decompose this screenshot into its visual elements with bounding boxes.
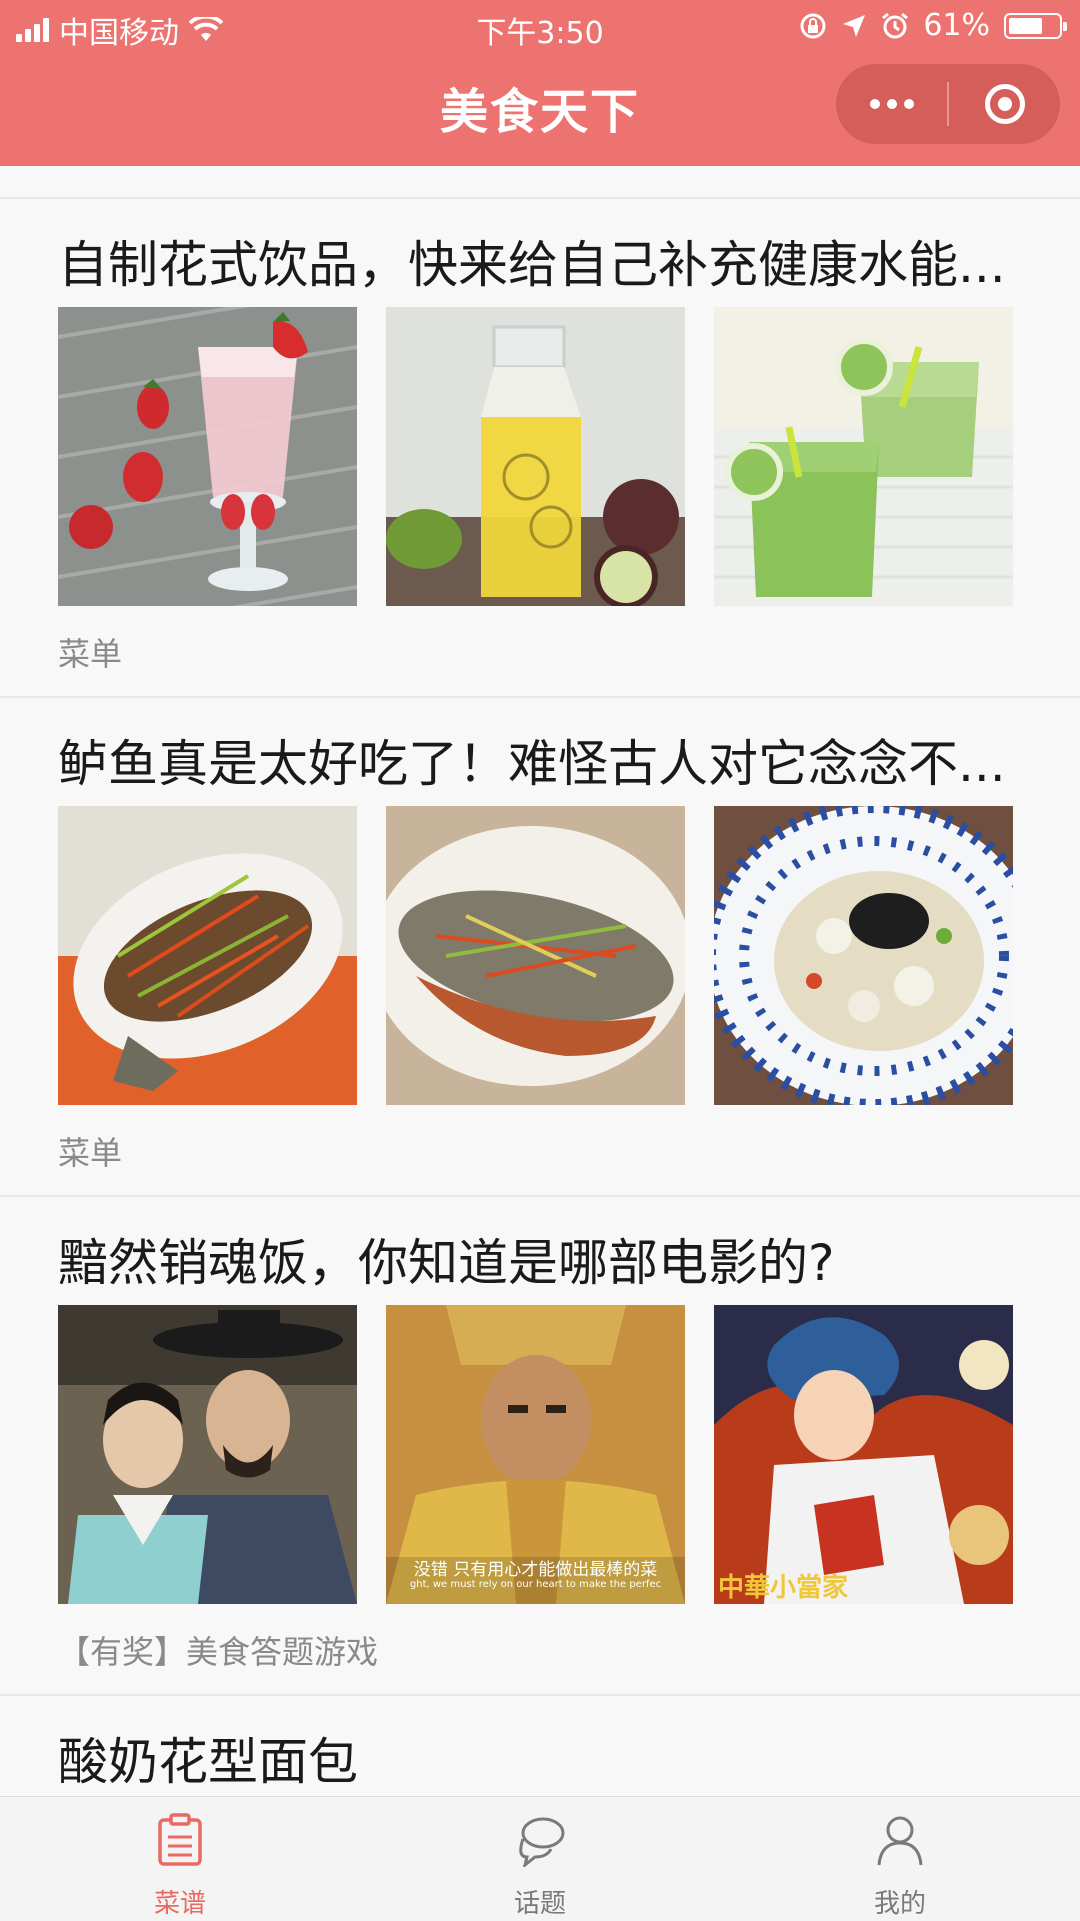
strawberry-smoothie-photo[interactable] <box>58 307 357 606</box>
card-tag: 【有奖】美食答题游戏 <box>58 1633 379 1671</box>
feed-card-drinks[interactable]: 自制花式饮品，快来给自己补充健康水能... 菜单 <box>0 197 1080 697</box>
card-title: 自制花式饮品，快来给自己补充健康水能... <box>58 236 1006 294</box>
feed-card-sea-bass[interactable]: 鲈鱼真是太好吃了！难怪古人对它念念不... 菜单 <box>0 696 1080 1196</box>
person-icon <box>877 1816 923 1866</box>
clipboard-icon <box>158 1813 202 1866</box>
steamed-sea-bass-photo[interactable] <box>386 806 685 1105</box>
passion-fruit-drink-photo[interactable] <box>386 307 685 606</box>
tab-mine[interactable]: 我的 <box>720 1797 1080 1921</box>
tab-label: 话题 <box>513 1889 566 1919</box>
top-bar: 中国移动 下午3:50 61% 美食天下 <box>0 0 1080 166</box>
alarm-icon <box>882 12 909 38</box>
tab-label: 菜谱 <box>153 1889 206 1919</box>
steamed-fish-carrot-photo[interactable] <box>58 806 357 1105</box>
orientation-lock-icon <box>800 13 826 38</box>
tab-label: 我的 <box>873 1889 926 1919</box>
feed-card-quiz[interactable]: 黯然销魂饭，你知道是哪部电影的? 没错 只有用心才能做出最棒的菜 ght, we… <box>0 1195 1080 1695</box>
status-bar: 中国移动 下午3:50 61% <box>0 0 1080 54</box>
tab-recipes[interactable]: 菜谱 <box>0 1797 360 1921</box>
card-tag: 菜单 <box>58 635 123 673</box>
feed-card-bread[interactable]: 酸奶花型面包 <box>0 1694 1080 1796</box>
fish-stew-bowl-photo[interactable] <box>714 806 1013 1105</box>
close-target-icon <box>984 84 1025 124</box>
card-title: 黯然销魂饭，你知道是哪部电影的? <box>58 1234 835 1292</box>
location-arrow-icon <box>843 14 866 37</box>
card-title: 鲈鱼真是太好吃了！难怪古人对它念念不... <box>58 735 1006 793</box>
more-button[interactable] <box>836 64 947 144</box>
bottom-tab-bar: 菜谱 话题 我的 <box>0 1796 1080 1921</box>
mini-program-capsule <box>836 64 1060 144</box>
movie-still-photo[interactable]: 没错 只有用心才能做出最棒的菜 ght, we must rely on our… <box>386 1305 685 1604</box>
recipe-feed: 自制花式饮品，快来给自己补充健康水能... 菜单 鲈鱼真是太好吃了！难怪古人对它… <box>0 166 1080 1796</box>
card-title: 酸奶花型面包 <box>58 1733 358 1791</box>
tab-topics[interactable]: 话题 <box>360 1797 720 1921</box>
battery-percent: 61% <box>923 8 990 43</box>
more-dots-icon <box>869 99 914 109</box>
movie-caption-en: ght, we must rely on our heart to make t… <box>409 1579 662 1590</box>
green-cucumber-juice-photo[interactable] <box>714 307 1013 606</box>
anime-chef-photo[interactable]: 中華小當家 <box>714 1305 1013 1604</box>
card-tag: 菜单 <box>58 1134 123 1172</box>
battery-icon <box>1004 12 1067 39</box>
close-program-button[interactable] <box>949 64 1060 144</box>
movie-caption-cn: 没错 只有用心才能做出最棒的菜 <box>413 1560 658 1580</box>
anime-caption: 中華小當家 <box>718 1573 849 1603</box>
chat-bubbles-icon <box>519 1817 565 1867</box>
korean-drama-still-photo[interactable] <box>58 1305 357 1604</box>
